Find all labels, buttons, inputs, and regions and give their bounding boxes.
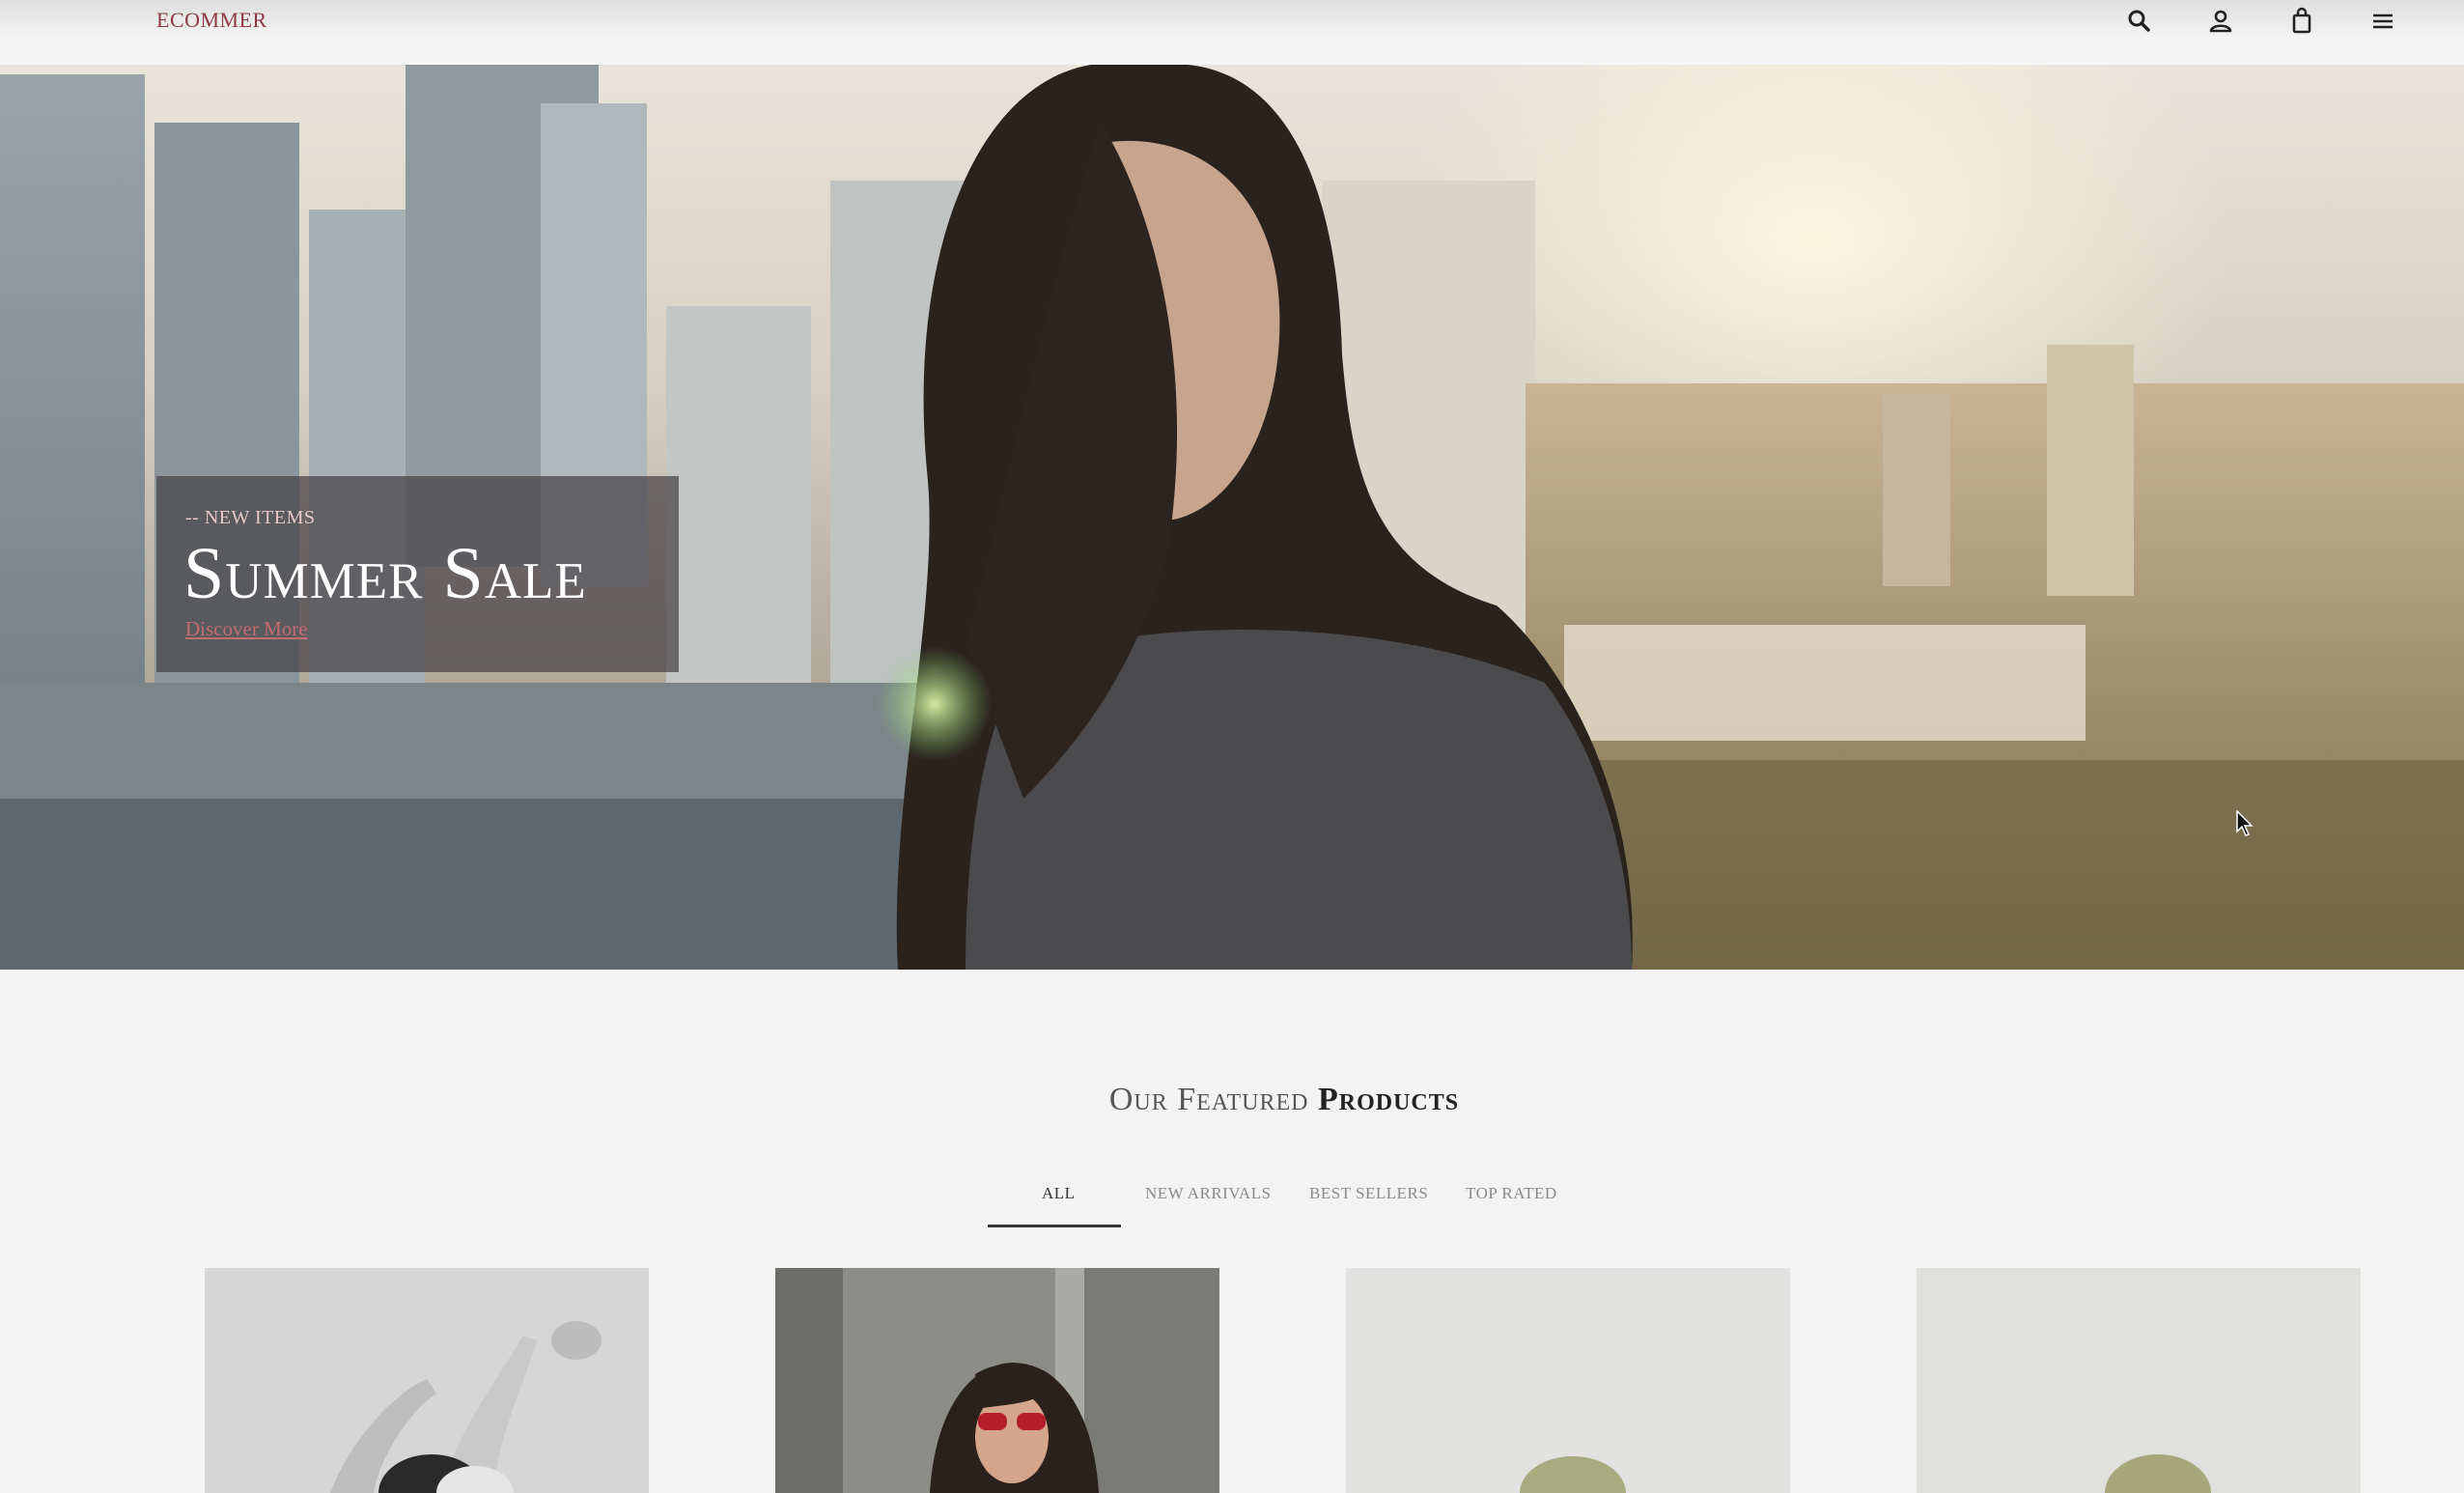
tab-top-rated[interactable]: TOP RATED (1466, 1184, 1557, 1203)
product-image (1346, 1268, 1790, 1493)
product-image (1917, 1268, 2361, 1493)
menu-icon[interactable] (2367, 6, 2398, 37)
tab-best-sellers[interactable]: BEST SELLERS (1309, 1184, 1428, 1203)
tab-all[interactable]: ALL (1042, 1184, 1076, 1203)
product-image (205, 1268, 649, 1493)
product-card[interactable] (205, 1268, 649, 1493)
discover-more-link[interactable]: Discover More (185, 617, 308, 641)
promo-card: -- NEW ITEMS Summer Sale Discover More (156, 476, 679, 672)
featured-heading-light: Our Featured (1108, 1082, 1309, 1117)
hero-banner: -- NEW ITEMS Summer Sale Discover More (0, 65, 2464, 970)
top-nav: ECOMMER (0, 0, 2464, 65)
active-tab-underline (988, 1225, 1121, 1227)
product-card[interactable] (1346, 1268, 1790, 1493)
shopping-bag-icon[interactable] (2286, 6, 2317, 37)
featured-heading: Our Featured Products (0, 1082, 2464, 1118)
product-card[interactable] (1917, 1268, 2361, 1493)
mouse-cursor-icon (2236, 810, 2254, 836)
featured-heading-bold: Products (1318, 1082, 1460, 1117)
user-icon[interactable] (2205, 6, 2236, 37)
product-image (775, 1268, 1219, 1493)
site-logo[interactable]: ECOMMER (156, 8, 267, 33)
search-icon[interactable] (2124, 6, 2155, 37)
promo-kicker: -- NEW ITEMS (185, 507, 316, 528)
tab-new-arrivals[interactable]: NEW ARRIVALS (1145, 1184, 1272, 1203)
product-card[interactable] (775, 1268, 1219, 1493)
promo-title: Summer Sale (183, 533, 587, 614)
